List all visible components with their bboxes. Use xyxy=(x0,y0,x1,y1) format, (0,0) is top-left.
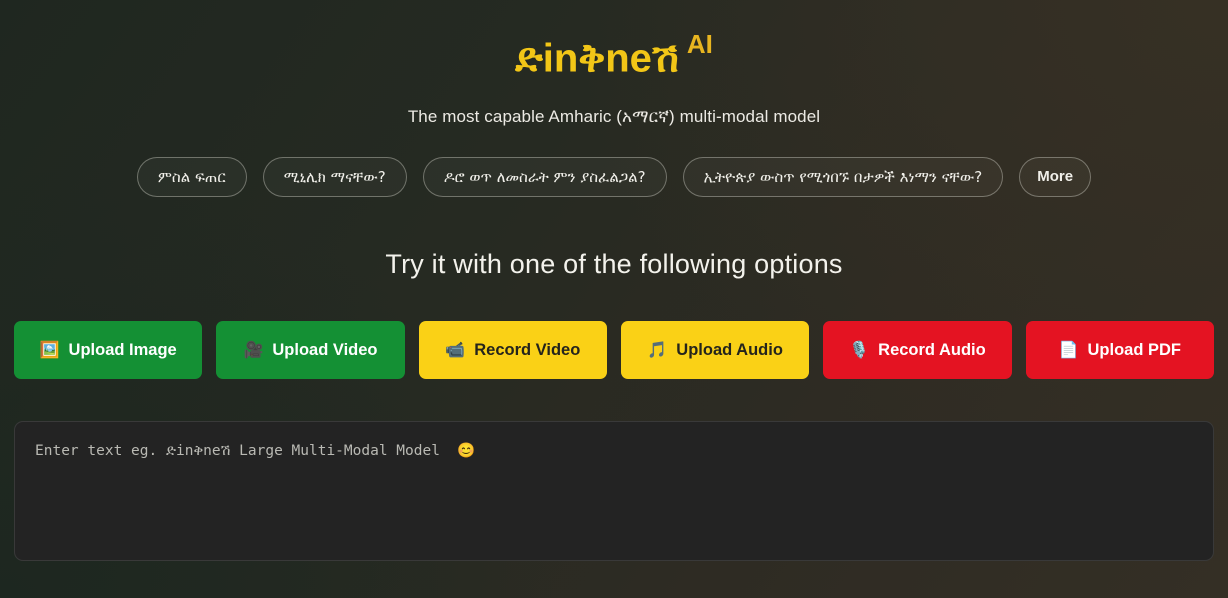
page-header: ድinቅneሽ AI The most capable Amharic (አማርኛ… xyxy=(0,0,1228,127)
video-icon: 🎥 xyxy=(243,340,264,360)
suggestion-chip-3[interactable]: ዶሮ ወጥ ለመስራት ምን ያስፈልጋል? xyxy=(422,157,667,198)
record-audio-button[interactable]: 🎙️ Record Audio xyxy=(823,321,1012,380)
microphone-icon: 🎙️ xyxy=(849,340,870,360)
upload-video-button[interactable]: 🎥 Upload Video xyxy=(216,321,405,380)
brand-suffix: AI xyxy=(686,29,713,59)
upload-pdf-button[interactable]: 📄 Upload PDF xyxy=(1025,321,1214,380)
upload-image-button[interactable]: 🖼️ Upload Image xyxy=(14,321,203,380)
record-video-button[interactable]: 📹 Record Video xyxy=(418,321,607,380)
options-section-title: Try it with one of the following options xyxy=(385,249,843,280)
more-suggestions-button[interactable]: More xyxy=(1019,157,1092,198)
upload-pdf-label: Upload PDF xyxy=(1087,340,1182,359)
upload-audio-label: Upload Audio xyxy=(676,340,783,359)
document-icon: 📄 xyxy=(1058,340,1079,360)
prompt-area xyxy=(0,421,1228,566)
media-action-buttons: 🖼️ Upload Image 🎥 Upload Video 📹 Record … xyxy=(0,321,1228,380)
app-root: ድinቅneሽ AI The most capable Amharic (አማርኛ… xyxy=(0,0,1228,598)
upload-audio-button[interactable]: 🎵 Upload Audio xyxy=(620,321,810,380)
suggestion-chip-2[interactable]: ሚኒሊክ ማናቸው? xyxy=(262,157,407,198)
suggestion-chip-list: ምስል ፍጠር ሚኒሊክ ማናቸው? ዶሮ ወጥ ለመስራት ምን ያስፈልጋል… xyxy=(0,157,1228,198)
page-title: ድinቅneሽ AI xyxy=(515,30,713,81)
music-note-icon: 🎵 xyxy=(647,340,668,360)
record-video-label: Record Video xyxy=(474,340,581,359)
brand-name: ድinቅneሽ xyxy=(515,36,679,81)
upload-image-label: Upload Image xyxy=(68,340,177,359)
suggestion-chip-4[interactable]: ኢትዮጵያ ውስጥ የሚጎበኙ በታዎች እነማን ናቸው? xyxy=(682,157,1004,198)
page-subtitle: The most capable Amharic (አማርኛ) multi-mo… xyxy=(407,107,821,127)
prompt-input[interactable] xyxy=(14,421,1214,562)
camcorder-icon: 📹 xyxy=(445,340,466,360)
record-audio-label: Record Audio xyxy=(878,340,986,359)
image-icon: 🖼️ xyxy=(39,340,60,360)
suggestion-chip-1[interactable]: ምስል ፍጠር xyxy=(136,157,247,198)
upload-video-label: Upload Video xyxy=(272,340,378,359)
